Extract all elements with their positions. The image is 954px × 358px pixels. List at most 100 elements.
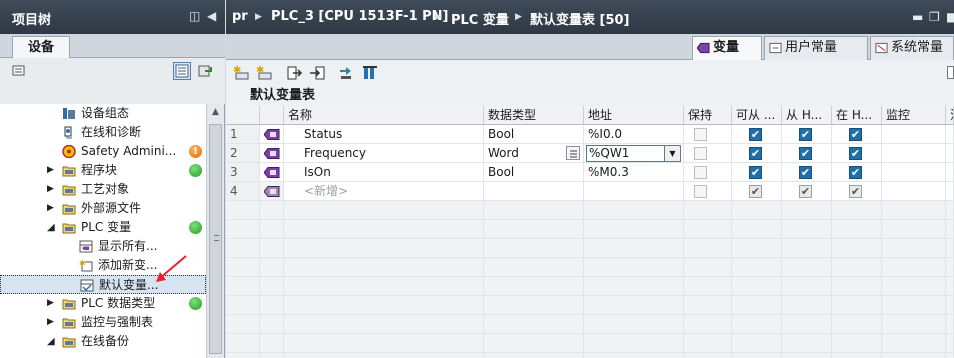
checkbox[interactable]: ✔ [749, 185, 762, 198]
expand-arrow-icon[interactable]: ▶ [47, 199, 54, 218]
tree-item[interactable]: ▶ 监控与强制表 [0, 313, 206, 332]
column-header[interactable]: 保持 [684, 106, 732, 125]
tab-user-constants[interactable]: 用户常量 [764, 36, 868, 60]
tab-system-constants[interactable]: 系统常量 [870, 36, 954, 60]
data-type-picker-button[interactable] [566, 146, 580, 160]
close-icon[interactable]: ■ [946, 10, 954, 24]
overview-icon[interactable] [196, 62, 214, 80]
address-cell[interactable] [584, 182, 684, 201]
breadcrumb-item[interactable]: PLC 变量 [451, 9, 509, 28]
pane-layout-icon[interactable]: ◫ [189, 9, 200, 23]
table-row[interactable] [226, 220, 954, 239]
data-type-cell[interactable] [484, 182, 584, 201]
tree-item[interactable]: ◢ PLC 变量 [0, 218, 206, 237]
column-header[interactable]: 注 [946, 106, 954, 125]
data-type-cell[interactable]: Bool [484, 125, 584, 144]
expand-arrow-icon[interactable]: ▶ [47, 294, 54, 313]
network-view-icon[interactable] [10, 62, 28, 80]
restore-icon[interactable]: ❐ [929, 10, 940, 24]
table-row[interactable] [226, 315, 954, 334]
table-row[interactable] [226, 277, 954, 296]
table-row[interactable]: 4 <新增> ✔ ✔ ✔ [226, 182, 954, 201]
tree-item[interactable]: Safety Admini...! [0, 142, 206, 161]
column-header[interactable] [260, 106, 284, 125]
tag-name-cell[interactable]: Status [284, 125, 484, 144]
tree-item[interactable]: 在线和诊断 [0, 123, 206, 142]
export-icon[interactable] [286, 65, 303, 81]
table-row[interactable]: 3 IsOn Bool %M0.3 ✔ ✔ ✔ [226, 163, 954, 182]
column-header[interactable] [226, 106, 260, 125]
data-type-cell[interactable]: Word [484, 144, 584, 163]
expand-arrow-icon[interactable]: ▶ [47, 180, 54, 199]
table-row[interactable] [226, 353, 954, 358]
breadcrumb-item[interactable]: pr [232, 9, 248, 24]
table-row[interactable] [226, 296, 954, 315]
collapse-arrow-icon[interactable]: ◢ [47, 218, 55, 237]
expand-arrow-icon[interactable]: ▶ [47, 161, 54, 180]
checkbox[interactable] [694, 147, 707, 160]
scroll-thumb[interactable] [209, 124, 222, 354]
column-header[interactable]: 从 H... [782, 106, 832, 125]
table-row[interactable] [226, 201, 954, 220]
import-icon[interactable] [309, 65, 326, 81]
checkbox[interactable]: ✔ [799, 166, 812, 179]
tag-name-cell[interactable]: Frequency [284, 144, 484, 163]
checkbox[interactable] [694, 185, 707, 198]
checkbox[interactable]: ✔ [849, 147, 862, 160]
checkbox[interactable]: ✔ [749, 128, 762, 141]
minimize-icon[interactable]: ▬ [912, 10, 923, 24]
checkbox[interactable]: ✔ [799, 185, 812, 198]
checkbox[interactable]: ✔ [849, 128, 862, 141]
tree-item-label: 添加新变... [98, 258, 158, 272]
chevron-right-icon: ▶ [515, 12, 522, 22]
address-cell[interactable]: %I0.0 [584, 125, 684, 144]
tag-name-cell[interactable]: IsOn [284, 163, 484, 182]
column-header[interactable]: 地址 [584, 106, 684, 125]
table-row[interactable]: 1 Status Bool %I0.0 ✔ ✔ ✔ [226, 125, 954, 144]
checkbox[interactable]: ✔ [799, 128, 812, 141]
column-header[interactable]: 数据类型 [484, 106, 584, 125]
expand-arrow-icon[interactable]: ▶ [47, 313, 54, 332]
tree-item[interactable]: ▶ 外部源文件 [0, 199, 206, 218]
column-header[interactable]: 监控 [882, 106, 946, 125]
table-row[interactable] [226, 239, 954, 258]
dropdown-arrow-icon[interactable]: ▼ [664, 145, 681, 162]
column-header[interactable]: 可从 ... [732, 106, 782, 125]
tree-item[interactable]: 设备组态 [0, 104, 206, 123]
tree-item[interactable]: ▶ 程序块 [0, 161, 206, 180]
data-type-cell[interactable]: Bool [484, 163, 584, 182]
tree-item[interactable]: ▶ PLC 数据类型 [0, 294, 206, 313]
add-row-icon[interactable]: ✱ [233, 65, 250, 81]
column-header[interactable]: 在 H... [832, 106, 882, 125]
address-cell[interactable]: %QW1 ▼ [584, 144, 684, 163]
checkbox[interactable]: ✔ [849, 166, 862, 179]
checkbox[interactable]: ✔ [799, 147, 812, 160]
address-cell[interactable]: %M0.3 [584, 163, 684, 182]
table-row[interactable] [226, 258, 954, 277]
overflow-icon[interactable] [947, 66, 954, 79]
tree-item[interactable]: ▶ 工艺对象 [0, 180, 206, 199]
table-row[interactable] [226, 334, 954, 353]
monitor-all-icon[interactable] [338, 65, 355, 81]
tag-name-cell[interactable]: <新增> [284, 182, 484, 201]
details-view-icon[interactable] [173, 62, 191, 80]
tree-scrollbar[interactable]: ▲ [206, 104, 224, 358]
collapse-left-icon[interactable]: ◀ [207, 9, 216, 23]
insert-row-icon[interactable]: ✱ [256, 65, 273, 81]
breadcrumb-item[interactable]: PLC_3 [CPU 1513F-1 PN] [271, 9, 449, 24]
checkbox[interactable] [694, 128, 707, 141]
address-input[interactable]: %QW1 [586, 145, 666, 162]
tab-devices[interactable]: 设备 [12, 36, 70, 59]
table-row[interactable]: 2 Frequency Word %QW1 ▼ ✔ ✔ ✔ [226, 144, 954, 163]
checkbox[interactable]: ✔ [749, 147, 762, 160]
tab-tags[interactable]: 变量 [692, 36, 762, 60]
checkbox[interactable]: ✔ [849, 185, 862, 198]
tree-item[interactable]: ◢ 在线备份 [0, 332, 206, 351]
scroll-up-icon[interactable]: ▲ [209, 107, 222, 121]
checkbox[interactable]: ✔ [749, 166, 762, 179]
collapse-arrow-icon[interactable]: ◢ [47, 332, 55, 351]
retain-icon[interactable] [362, 65, 379, 81]
checkbox[interactable] [694, 166, 707, 179]
column-header[interactable]: 名称 [284, 106, 484, 125]
project-tree-title: 项目树 [12, 13, 52, 28]
